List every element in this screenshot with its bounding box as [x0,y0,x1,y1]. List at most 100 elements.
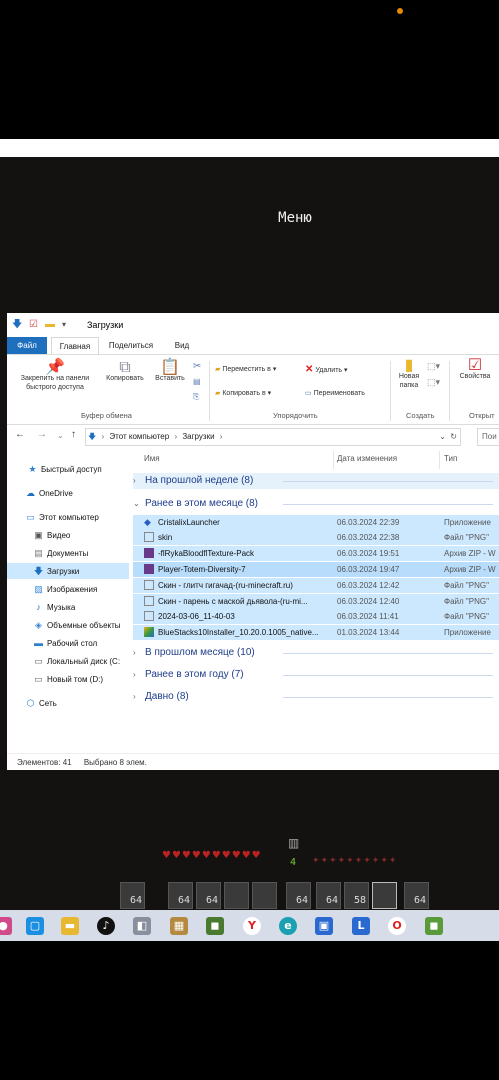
app-icon[interactable]: ▣ [315,917,333,935]
file-row[interactable]: ◆ CristalixLauncher 06.03.2024 22:39 При… [133,515,499,530]
edge-browser-icon[interactable]: e [279,917,297,935]
hotbar-slot[interactable]: 64 [196,882,221,909]
hotbar-slot[interactable]: 64 [316,882,341,909]
breadcrumb-separator-icon: › [174,432,178,441]
delete-x-icon: ✕ [305,364,314,375]
column-separator[interactable] [333,451,334,469]
group-last-week[interactable]: › На прошлой неделе (8) [133,473,499,489]
down-arrow-icon[interactable]: 🡇 [12,319,22,331]
forward-arrow-icon[interactable]: → [37,429,47,440]
minecraft-icon[interactable]: ◼ [206,917,224,935]
copy-path-icon[interactable]: ▤ [193,377,201,386]
breadcrumb-this-pc[interactable]: Этот компьютер [109,432,169,441]
minecraft-icon[interactable]: ◼ [425,917,443,935]
file-row[interactable]: Скин - глитч гигачад-(ru-minecraft.ru) 0… [133,578,499,593]
column-name-header[interactable]: Имя [144,454,160,463]
cut-icon[interactable]: ✂ [193,361,201,372]
notification-dot [397,8,403,14]
copy-to-button[interactable]: ▰ Копировать в ▾ [215,389,271,398]
ribbon-tabs: Файл Главная Поделиться Вид [7,337,499,354]
hotbar-slot[interactable] [252,882,277,909]
column-date-header[interactable]: Дата изменения [337,454,397,463]
move-icon: ▰ [215,366,221,373]
search-input[interactable]: Пои [477,428,499,446]
address-row: ← → ⌄ ↑ 🡇 › Этот компьютер › Загрузки › … [7,425,499,447]
hotbar-slot[interactable]: 64 [286,882,311,909]
hotbar-slot[interactable]: 64 [120,882,145,909]
hotbar-slot[interactable]: 64 [168,882,193,909]
tiktok-icon[interactable]: ♪ [97,917,115,935]
yandex-browser-icon[interactable]: Y [243,917,261,935]
computer-icon: ▭ [26,512,35,522]
refresh-icon[interactable]: ↻ [450,429,457,445]
file-row[interactable]: Скин - парень с маской дьявола-(ru-mi...… [133,594,499,609]
game-icon[interactable]: ▦ [170,917,188,935]
folder-icon[interactable]: ▬ [45,319,55,331]
paste-shortcut-icon[interactable]: ⎘ [193,392,199,402]
chevron-down-icon: ⌄ [133,499,140,508]
group-long-ago[interactable]: › Давно (8) [133,689,499,705]
new-folder-button[interactable]: ▮ Новая папка [392,357,426,390]
up-arrow-icon[interactable]: ↑ [71,429,76,440]
rename-button[interactable]: ▭ Переименовать [305,389,365,398]
armor-icon: ▥ [288,836,300,850]
group-this-year[interactable]: › Ранее в этом году (7) [133,667,499,683]
group-this-month[interactable]: ⌄ Ранее в этом месяце (8) [133,496,499,512]
checkbox-icon[interactable]: ☑ [29,319,38,331]
tab-home[interactable]: Главная [51,337,99,354]
divider-band [0,139,499,157]
clipboard-icon: 📋 [160,359,180,376]
new-folder-icon: ▮ [404,357,414,374]
recent-chevron-icon[interactable]: ⌄ [57,431,64,440]
app-icon[interactable]: ◧ [133,917,151,935]
group-last-month[interactable]: › В прошлом месяце (10) [133,645,499,661]
file-row[interactable]: skin 06.03.2024 22:38 Файл "PNG" [133,530,499,545]
column-type-header[interactable]: Тип [444,454,457,463]
hotbar-slot[interactable] [224,882,249,909]
file-row[interactable]: 2024-03-06_11-40-03 06.03.2024 11:41 Фай… [133,609,499,624]
file-row[interactable]: Player-Totem-Diversity-7 06.03.2024 19:4… [133,562,499,577]
address-dropdown-icon[interactable]: ⌄ [439,429,446,445]
widget-icon[interactable]: ▢ [26,917,44,935]
tab-share[interactable]: Поделиться [103,337,159,354]
tab-file[interactable]: Файл [7,337,47,354]
move-to-button[interactable]: ▰ Переместить в ▾ [215,365,276,374]
nav-item-this-pc[interactable]: ▭ Этот компьютер [7,509,147,525]
new-item-icon[interactable]: ⬚▾ [427,361,440,372]
easy-access-icon[interactable]: ⬚▾ [427,377,440,388]
chevron-right-icon: › [133,476,136,485]
game-menu-title: Меню [278,210,312,226]
game-hud: ▥ ♥♥♥♥♥♥♥♥♥♥ 4 ✦✦✦✦✦✦✦✦✦✦ 64 64 64 64 64… [0,830,499,910]
dropdown-icon[interactable]: ▾ [62,319,66,331]
hotbar-slot-selected[interactable] [372,882,397,909]
delete-button[interactable]: ✕ Удалить ▾ [305,365,348,375]
properties-button[interactable]: ☑ Свойства [453,358,497,381]
ribbon: 📌 Закрепить на панели быстрого доступа ⧉… [7,354,499,425]
folder-icon[interactable]: ▬ [61,917,79,935]
pin-quick-access-button[interactable]: 📌 Закрепить на панели быстрого доступа [11,360,99,392]
tab-view[interactable]: Вид [167,337,197,354]
file-explorer-window: 🡇 ☑ ▬ ▾ Загрузки Файл Главная Поделиться… [7,313,499,770]
back-arrow-icon[interactable]: ← [15,429,25,440]
hotbar-slot[interactable]: 64 [404,882,429,909]
nav-item-downloads[interactable]: 🡇 Загрузки [7,563,129,579]
png-file-icon [144,611,154,621]
nav-item-onedrive[interactable]: ☁ OneDrive [7,485,147,501]
group-divider-line [283,697,493,698]
file-row[interactable]: -flRykaBloodflTexture-Pack 06.03.2024 19… [133,546,499,561]
document-icon: ▤ [34,548,43,558]
launcher-l-icon[interactable]: L [352,917,370,935]
column-separator[interactable] [439,451,440,469]
copy-button[interactable]: ⧉ Копировать [101,360,149,383]
opera-icon[interactable]: O [388,917,406,935]
paste-button[interactable]: 📋 Вставить [149,359,191,383]
nav-item-network[interactable]: ⬡ Сеть [7,695,147,711]
file-row[interactable]: BlueStacks10Installer_10.20.0.1005_nativ… [133,625,499,640]
chevron-right-icon: › [133,692,136,701]
nav-item-quick-access[interactable]: ★ Быстрый доступ [7,461,149,477]
breadcrumb-separator-icon: › [219,432,223,441]
app-icon[interactable]: ● [0,917,12,935]
breadcrumb-downloads[interactable]: Загрузки [182,432,214,441]
address-bar[interactable]: 🡇 › Этот компьютер › Загрузки › ⌄ ↻ [85,428,461,446]
hotbar-slot[interactable]: 58 [344,882,369,909]
